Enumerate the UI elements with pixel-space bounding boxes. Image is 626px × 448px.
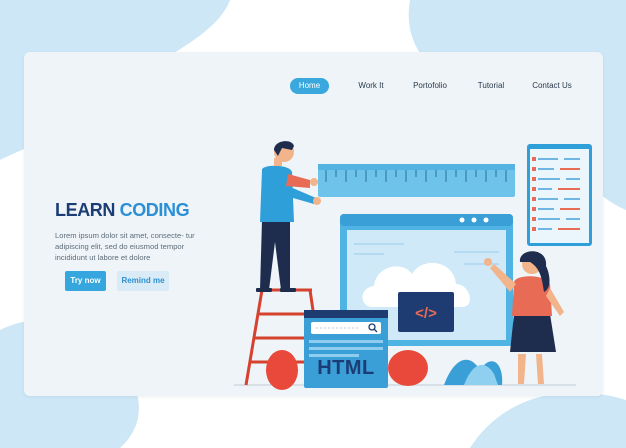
landing-card: Home Work It Portofolio Tutorial Contact… [24,52,603,396]
man-figure [256,141,321,292]
code-list-panel [527,144,592,246]
ruler-illustration [318,164,515,197]
coding-illustration: </> [234,141,592,390]
html-label: HTML [317,357,375,379]
code-tag-symbol: </> [415,305,437,322]
